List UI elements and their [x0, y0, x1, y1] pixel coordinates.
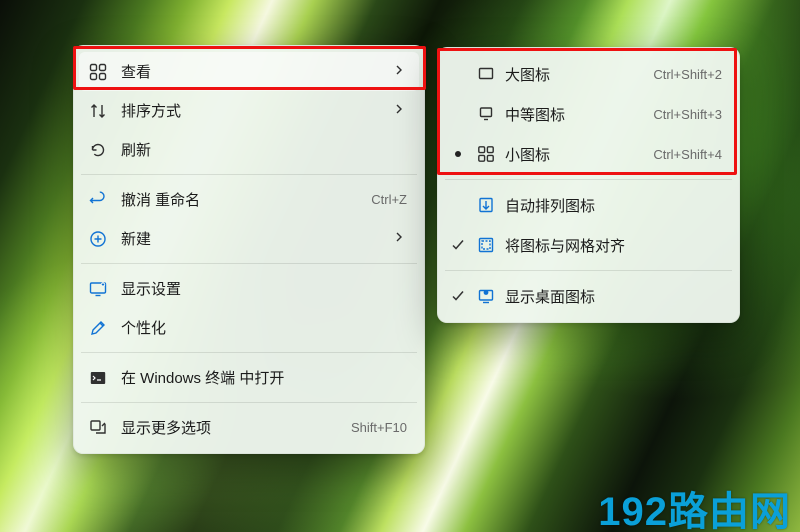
chevron-right-icon: [393, 63, 407, 80]
chevron-right-icon: [393, 230, 407, 247]
menu-separator: [445, 270, 732, 271]
submenu-item-align-to-grid[interactable]: 将图标与网格对齐: [443, 225, 734, 265]
menu-item-terminal[interactable]: 在 Windows 终端 中打开: [79, 358, 419, 397]
menu-item-label: 排序方式: [121, 100, 379, 121]
submenu-item-accelerator: Ctrl+Shift+3: [653, 107, 722, 122]
menu-item-label: 在 Windows 终端 中打开: [121, 367, 407, 388]
submenu-item-small-icons[interactable]: 小图标 Ctrl+Shift+4: [443, 134, 734, 174]
menu-item-more-options[interactable]: 显示更多选项 Shift+F10: [79, 408, 419, 447]
auto-arrange-icon: [477, 196, 495, 214]
checkmark-icon: [449, 289, 467, 303]
sort-icon: [89, 102, 107, 120]
medium-icons-icon: [477, 105, 495, 123]
checkmark-icon: [449, 238, 467, 252]
submenu-item-label: 大图标: [505, 64, 643, 85]
menu-item-label: 刷新: [121, 139, 407, 160]
submenu-item-label: 自动排列图标: [505, 195, 722, 216]
menu-separator: [81, 174, 417, 175]
menu-item-view[interactable]: 查看: [79, 52, 419, 91]
watermark-text: 192路由网: [598, 479, 791, 532]
menu-item-label: 个性化: [121, 317, 407, 338]
menu-item-sort[interactable]: 排序方式: [79, 91, 419, 130]
menu-item-label: 显示更多选项: [121, 417, 337, 438]
submenu-item-auto-arrange[interactable]: 自动排列图标: [443, 185, 734, 225]
menu-separator: [445, 179, 732, 180]
submenu-item-label: 显示桌面图标: [505, 286, 722, 307]
submenu-item-label: 将图标与网格对齐: [505, 235, 722, 256]
submenu-item-accelerator: Ctrl+Shift+4: [653, 147, 722, 162]
undo-icon: [89, 191, 107, 209]
desktop-background: 查看 排序方式 刷新 撤消 重命名 Ctrl: [0, 0, 800, 532]
submenu-item-medium-icons[interactable]: 中等图标 Ctrl+Shift+3: [443, 94, 734, 134]
small-icons-icon: [477, 145, 495, 163]
menu-item-accelerator: Ctrl+Z: [371, 192, 407, 207]
menu-item-display-settings[interactable]: 显示设置: [79, 269, 419, 308]
menu-item-label: 新建: [121, 228, 379, 249]
menu-item-refresh[interactable]: 刷新: [79, 130, 419, 169]
menu-separator: [81, 263, 417, 264]
menu-item-undo[interactable]: 撤消 重命名 Ctrl+Z: [79, 180, 419, 219]
submenu-item-show-desktop-icons[interactable]: 显示桌面图标: [443, 276, 734, 316]
align-grid-icon: [477, 236, 495, 254]
grid-icon: [89, 63, 107, 81]
submenu-item-label: 中等图标: [505, 104, 643, 125]
menu-separator: [81, 352, 417, 353]
context-menu: 查看 排序方式 刷新 撤消 重命名 Ctrl: [73, 45, 425, 454]
submenu-item-large-icons[interactable]: 大图标 Ctrl+Shift+2: [443, 54, 734, 94]
large-icons-icon: [477, 65, 495, 83]
new-icon: [89, 230, 107, 248]
display-settings-icon: [89, 280, 107, 298]
menu-item-accelerator: Shift+F10: [351, 420, 407, 435]
chevron-right-icon: [393, 102, 407, 119]
menu-item-label: 撤消 重命名: [121, 189, 357, 210]
radio-dot-icon: [449, 151, 467, 157]
show-desktop-icon: [477, 287, 495, 305]
personalize-icon: [89, 319, 107, 337]
submenu-item-accelerator: Ctrl+Shift+2: [653, 67, 722, 82]
menu-item-label: 查看: [121, 61, 379, 82]
refresh-icon: [89, 141, 107, 159]
menu-item-personalize[interactable]: 个性化: [79, 308, 419, 347]
menu-item-label: 显示设置: [121, 278, 407, 299]
submenu-item-label: 小图标: [505, 144, 643, 165]
menu-item-new[interactable]: 新建: [79, 219, 419, 258]
menu-separator: [81, 402, 417, 403]
view-submenu: 大图标 Ctrl+Shift+2 中等图标 Ctrl+Shift+3 小图标 C…: [437, 47, 740, 323]
more-options-icon: [89, 419, 107, 437]
terminal-icon: [89, 369, 107, 387]
